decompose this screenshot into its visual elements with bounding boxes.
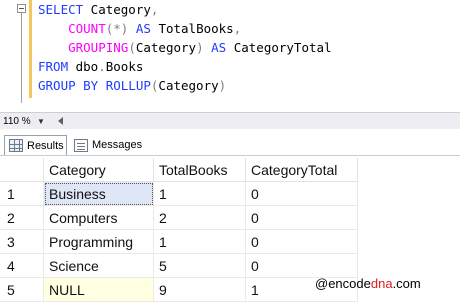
tab-results[interactable]: Results xyxy=(4,135,67,155)
code-token: GROUP BY ROLLUP xyxy=(38,78,151,93)
row-header-corner[interactable] xyxy=(0,158,44,182)
selected-cell[interactable]: Business xyxy=(44,182,154,206)
watermark-prefix: @encode xyxy=(315,276,371,291)
code-line[interactable]: GROUPING(Category) AS CategoryTotal xyxy=(38,38,332,57)
result-tabs: Results Messages xyxy=(0,132,460,156)
code-line[interactable]: COUNT(*) AS TotalBooks, xyxy=(38,19,332,38)
table-row[interactable]: 3 Programming 1 0 xyxy=(0,230,358,254)
query-text[interactable]: SELECT Category, COUNT(*) AS TotalBooks,… xyxy=(38,0,332,95)
null-cell[interactable]: NULL xyxy=(44,278,154,302)
code-token: TotalBooks xyxy=(150,21,234,36)
table-cell[interactable]: 0 xyxy=(246,206,358,230)
editor-gutter xyxy=(0,0,26,112)
row-number[interactable]: 4 xyxy=(0,254,44,278)
code-token: ) xyxy=(218,78,227,93)
fold-guide xyxy=(21,13,22,103)
table-cell[interactable]: 0 xyxy=(246,230,358,254)
code-token: FROM xyxy=(38,59,69,74)
change-indicator-bar xyxy=(29,0,32,98)
table-cell[interactable]: 5 xyxy=(154,254,246,278)
column-header-categorytotal[interactable]: CategoryTotal xyxy=(246,158,358,182)
row-number[interactable]: 2 xyxy=(0,206,44,230)
table-row[interactable]: 2 Computers 2 0 xyxy=(0,206,358,230)
code-token: CategoryTotal xyxy=(226,40,332,55)
code-token: AS xyxy=(211,40,227,55)
code-token: . xyxy=(98,59,106,74)
table-row[interactable]: 1 Business 1 0 xyxy=(0,182,358,206)
code-line[interactable]: FROM dbo.Books xyxy=(38,57,332,76)
zoom-dropdown[interactable]: 110 % ▼ xyxy=(1,114,59,128)
code-token: SELECT xyxy=(38,2,84,17)
sql-editor[interactable]: SELECT Category, COUNT(*) AS TotalBooks,… xyxy=(0,0,460,112)
zoom-value: 110 % xyxy=(3,115,31,127)
column-header-totalbooks[interactable]: TotalBooks xyxy=(154,158,246,182)
code-token: Category xyxy=(135,40,197,55)
code-token: , xyxy=(150,2,159,17)
tab-results-label: Results xyxy=(27,139,64,152)
watermark-suffix: .com xyxy=(392,276,421,291)
tab-messages-label: Messages xyxy=(92,139,143,151)
code-token: COUNT xyxy=(68,21,106,36)
table-cell[interactable]: 9 xyxy=(154,278,246,302)
tab-messages[interactable]: Messages xyxy=(70,135,148,155)
table-cell[interactable]: Science xyxy=(44,254,154,278)
code-token: , xyxy=(233,21,242,36)
code-token: ) xyxy=(196,40,204,55)
code-token: Books xyxy=(105,59,144,74)
code-line[interactable]: SELECT Category, xyxy=(38,0,332,19)
table-cell[interactable]: 1 xyxy=(154,230,246,254)
code-token: ( xyxy=(128,40,136,55)
table-row[interactable]: 4 Science 5 0 xyxy=(0,254,358,278)
table-cell[interactable]: Programming xyxy=(44,230,154,254)
code-token: GROUPING xyxy=(68,40,129,55)
code-token: Category xyxy=(83,2,151,17)
row-number[interactable]: 1 xyxy=(0,182,44,206)
scroll-left-icon[interactable] xyxy=(58,117,63,125)
site-watermark: @encodedna.com xyxy=(315,276,421,291)
watermark-accent: dna xyxy=(370,276,393,291)
code-token: dbo xyxy=(68,59,99,74)
tab-divider xyxy=(0,155,460,156)
chevron-down-icon[interactable]: ▼ xyxy=(37,117,45,126)
table-cell[interactable]: 0 xyxy=(246,254,358,278)
row-number[interactable]: 3 xyxy=(0,230,44,254)
table-cell[interactable]: 2 xyxy=(154,206,246,230)
code-token: Category xyxy=(158,78,219,93)
row-number[interactable]: 5 xyxy=(0,278,44,302)
grid-header-row: Category TotalBooks CategoryTotal xyxy=(0,158,358,182)
code-token: AS xyxy=(135,21,151,36)
code-token: (*) xyxy=(105,21,129,36)
grid-icon xyxy=(9,139,23,152)
column-header-category[interactable]: Category xyxy=(44,158,154,182)
table-cell[interactable]: Computers xyxy=(44,206,154,230)
editor-status-strip: 110 % ▼ xyxy=(0,112,460,129)
table-cell[interactable]: 0 xyxy=(246,182,358,206)
table-cell[interactable]: 1 xyxy=(154,182,246,206)
code-line[interactable]: GROUP BY ROLLUP(Category) xyxy=(38,76,332,95)
results-grid[interactable]: Category TotalBooks CategoryTotal 1 Busi… xyxy=(0,158,358,302)
messages-icon xyxy=(74,138,88,152)
table-row[interactable]: 5 NULL 9 1 xyxy=(0,278,358,302)
collapse-toggle-icon[interactable] xyxy=(17,4,26,13)
